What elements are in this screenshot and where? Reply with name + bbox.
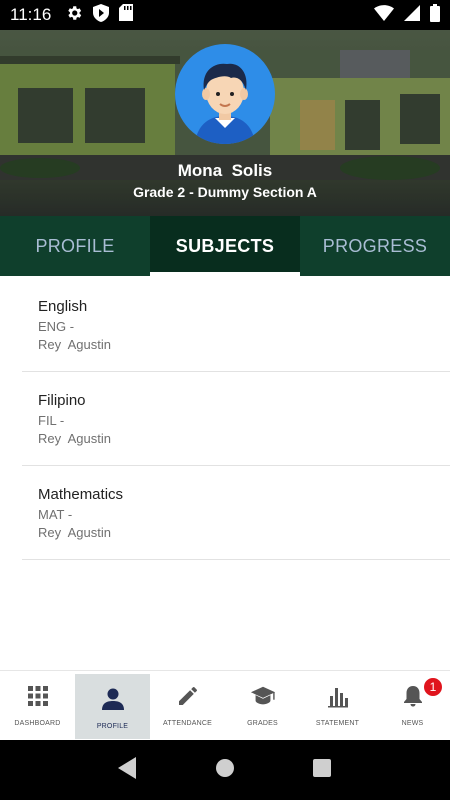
list-item[interactable]: Mathematics MAT - Rey Agustin: [22, 466, 450, 560]
nav-label: DASHBOARD: [14, 720, 61, 727]
wifi-icon: [374, 4, 394, 26]
person-icon: [100, 686, 126, 712]
bottom-navigation: DASHBOARD PROFILE ATTENDANCE GRADES STAT…: [0, 670, 450, 740]
sd-card-icon: [119, 4, 134, 26]
graduation-cap-icon: [250, 683, 276, 709]
bell-icon: [400, 683, 426, 709]
nav-grades[interactable]: GRADES: [225, 671, 300, 740]
boy-avatar-icon: [195, 63, 255, 144]
profile-tabs: PROFILE SUBJECTS PROGRESS: [0, 216, 450, 276]
bar-chart-icon: [325, 683, 351, 709]
subject-code: ENG -: [38, 319, 75, 334]
nav-dashboard[interactable]: DASHBOARD: [0, 671, 75, 740]
signal-icon: [404, 4, 420, 26]
notification-badge: 1: [423, 677, 443, 697]
grid-icon: [25, 683, 51, 709]
play-protect-icon: [93, 3, 110, 27]
home-icon[interactable]: [215, 758, 235, 783]
subject-teacher: Rey Agustin: [38, 431, 111, 446]
gear-icon: [65, 4, 83, 27]
list-item[interactable]: English ENG - Rey Agustin: [22, 278, 450, 372]
tab-profile[interactable]: PROFILE: [0, 216, 150, 276]
profile-header: Mona Solis Grade 2 - Dummy Section A: [0, 30, 450, 216]
subject-title: Mathematics: [38, 486, 124, 503]
battery-icon: [430, 3, 440, 27]
subject-list: English ENG - Rey Agustin Filipino FIL -…: [22, 278, 450, 560]
tab-progress[interactable]: PROGRESS: [300, 216, 450, 276]
avatar: [175, 44, 275, 144]
nav-attendance[interactable]: ATTENDANCE: [150, 671, 225, 740]
student-section: Grade 2 - Dummy Section A: [133, 184, 317, 200]
nav-label: ATTENDANCE: [163, 720, 212, 727]
status-time: 11:16: [10, 5, 52, 24]
list-item[interactable]: Filipino FIL - Rey Agustin: [22, 372, 450, 466]
nav-label: STATEMENT: [315, 720, 360, 727]
nav-label: GRADES: [247, 720, 278, 727]
subject-teacher: Rey Agustin: [38, 337, 111, 352]
pencil-icon: [175, 683, 201, 709]
tab-subjects[interactable]: SUBJECTS: [150, 216, 300, 276]
nav-label: NEWS: [401, 720, 424, 727]
subject-teacher: Rey Agustin: [38, 525, 111, 540]
subject-code: MAT -: [38, 507, 73, 522]
subject-title: Filipino: [38, 392, 86, 409]
subject-title: English: [38, 298, 88, 315]
subject-code: FIL -: [38, 413, 65, 428]
nav-news[interactable]: 1 NEWS: [375, 671, 450, 740]
student-name: Mona Solis: [177, 161, 273, 180]
nav-statement[interactable]: STATEMENT: [300, 671, 375, 740]
nav-label: PROFILE: [96, 723, 129, 730]
back-icon[interactable]: [118, 756, 138, 784]
nav-profile[interactable]: PROFILE: [75, 674, 150, 739]
recents-icon[interactable]: [312, 758, 332, 783]
system-navigation-bar: [0, 740, 450, 800]
status-bar: 11:16: [0, 0, 450, 30]
